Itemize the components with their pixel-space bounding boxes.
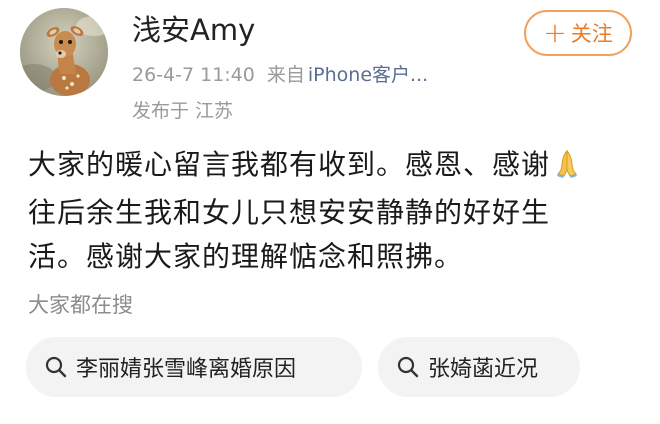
post-line-text: 大家的暖心留言我都有收到。感恩、感谢 (28, 148, 551, 181)
post-line: 往后余生我和女儿只想安安静静的好好生 (28, 196, 551, 229)
follow-button-label: 关注 (570, 22, 613, 46)
trending-search-item[interactable]: 李丽婧张雪峰离婚原因 (26, 337, 362, 397)
search-icon (396, 355, 420, 379)
post-meta: 26-4-7 11:40 来自 iPhone客户... (132, 62, 428, 88)
source-link[interactable]: iPhone客户... (308, 64, 428, 86)
post-line: 活。感谢大家的理解惦念和照拂。 (28, 240, 464, 273)
search-icon (44, 355, 68, 379)
trending-search-item[interactable]: 张婍菡近况 (378, 337, 580, 397)
trending-search-label: 李丽婧张雪峰离婚原因 (76, 357, 297, 382)
username[interactable]: 浅安Amy (132, 12, 255, 48)
avatar[interactable] (20, 8, 108, 96)
trending-search-label: 张婍菡近况 (428, 357, 539, 382)
plus-icon: + (543, 16, 567, 49)
source-prefix: 来自 (266, 64, 305, 86)
folded-hands-icon (552, 147, 582, 191)
trending-search-title: 大家都在搜 (28, 293, 133, 317)
post-location: 发布于 江苏 (132, 100, 234, 122)
post-time: 26-4-7 11:40 (132, 64, 255, 86)
fawn-deer-icon (20, 8, 108, 96)
post-line: 大家的暖心留言我都有收到。感恩、感谢 (28, 143, 640, 191)
follow-button[interactable]: + 关注 (524, 10, 632, 56)
post-content: 大家的暖心留言我都有收到。感恩、感谢 往后余生我和女儿只想安安静静的好好生 活。… (28, 143, 640, 279)
